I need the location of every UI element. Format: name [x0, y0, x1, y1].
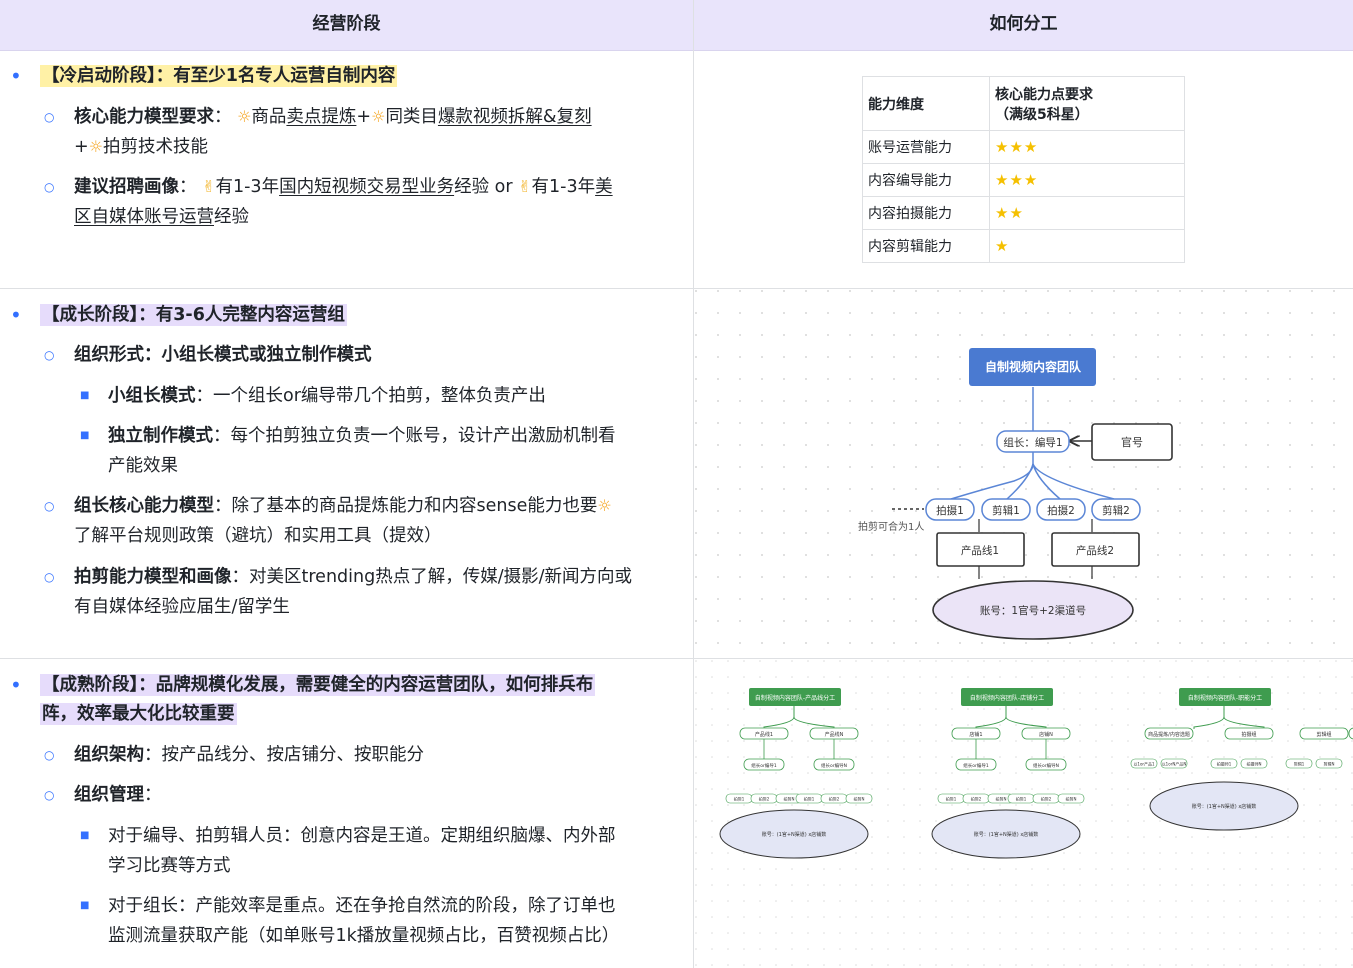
- bullet-circle-icon: ○: [44, 348, 55, 362]
- mini-chart-label: 组长or编导N: [1033, 762, 1059, 769]
- mini-chart-label: 剪辑组: [1316, 731, 1331, 738]
- mini-chart-label: 产品线1: [755, 731, 773, 738]
- table-row: 内容编导能力 ★★★: [862, 163, 1185, 197]
- mini-chart-label: 拍摄组: [1241, 731, 1256, 738]
- sun-icon: ☼: [597, 496, 612, 515]
- table-row: 账号运营能力 ★★★: [862, 130, 1185, 164]
- org-form: 组织形式：小组长模式或独立制作模式: [74, 345, 372, 365]
- sun-icon: ☼: [237, 107, 252, 126]
- mini-chart-leaf-label: 拍摄师N: [1247, 761, 1262, 767]
- stage-growth: • 【成长阶段】：有3-6人完整内容运营组 ○ 组织形式：小组长模式或独立制作模…: [0, 289, 693, 658]
- mini-chart-leaf-label: 剪辑N: [1324, 761, 1335, 767]
- org-chart-diagram: 自制视频内容团队 组长：编导1 官号 拍摄1 剪辑1 拍摄2 剪辑2 拍剪可合为…: [694, 289, 1353, 658]
- bullet-dot-icon: •: [10, 673, 22, 697]
- mini-chart-title: 自制视频内容团队-产品线分工: [755, 694, 835, 702]
- mini-chart-leaf-label: 拍剪N: [1066, 796, 1077, 802]
- svg-text:拍摄1: 拍摄1: [936, 504, 964, 517]
- mini-chart-label: 产品线N: [825, 731, 844, 738]
- svg-text:自制视频内容团队: 自制视频内容团队: [985, 359, 1082, 374]
- mini-chart-label: 组长or编导1: [751, 762, 777, 769]
- mini-chart-leaf-label: 拍剪1: [1016, 796, 1027, 802]
- ok-hand-icon: ✌: [518, 177, 532, 196]
- star-rating-icon: ★★★: [995, 138, 1039, 156]
- bullet-square-icon: ■: [80, 830, 90, 841]
- svg-text:剪辑1: 剪辑1: [992, 504, 1020, 517]
- bullet-circle-icon: ○: [44, 499, 55, 513]
- ability-label: 核心能力模型要求: [74, 107, 214, 127]
- mini-chart-leaf-label: 拍剪2: [759, 796, 770, 802]
- bullet-circle-icon: ○: [44, 748, 55, 762]
- svg-text:拍摄2: 拍摄2: [1047, 504, 1075, 517]
- header-stage: 经营阶段: [312, 14, 381, 34]
- bullet-dot-icon: •: [10, 64, 22, 88]
- svg-text:组长：编导1: 组长：编导1: [1003, 436, 1062, 449]
- table-header: 经营阶段 如何分工: [0, 0, 1353, 51]
- stage-title: 【冷启动阶段】：有至少1名专人运营自制内容: [40, 65, 398, 87]
- bullet-square-icon: ■: [80, 430, 90, 441]
- mini-chart-leaf-label: 拍剪2: [829, 796, 840, 802]
- bullet-circle-icon: ○: [44, 570, 55, 584]
- svg-text:剪辑2: 剪辑2: [1102, 504, 1130, 517]
- mini-chart-leaf-label: 拍剪2: [1041, 796, 1052, 802]
- mini-chart-leaf-label: 以1orN产品N: [1162, 761, 1187, 767]
- mini-chart-label: 店铺1: [969, 731, 982, 738]
- stage-title: 【成长阶段】：有3-6人完整内容运营组: [40, 304, 347, 326]
- svg-text:产品线1: 产品线1: [961, 544, 999, 557]
- merge-note: 拍剪可合为1人: [858, 520, 924, 533]
- mini-org-charts: 自制视频内容团队-产品线分工产品线1 产品线N 组长or编导1 组长or编导N 拍剪1 拍…: [694, 659, 1353, 968]
- star-rating-icon: ★★: [995, 204, 1024, 222]
- sun-icon: ☼: [88, 137, 104, 156]
- sun-icon: ☼: [371, 107, 386, 126]
- bullet-circle-icon: ○: [44, 110, 55, 124]
- header-division: 如何分工: [989, 14, 1058, 34]
- svg-text:账号：1官号+2渠道号: 账号：1官号+2渠道号: [980, 604, 1086, 617]
- mini-chart-leaf-label: 拍剪2: [971, 796, 982, 802]
- stage-cold-start: • 【冷启动阶段】：有至少1名专人运营自制内容 ○ 核心能力模型要求： ☼商品卖…: [0, 51, 693, 288]
- mini-chart-leaf-label: 拍剪N: [784, 796, 795, 802]
- mini-chart-leaf-label: 剪辑1: [1294, 761, 1305, 767]
- mini-chart-title: 自制视频内容团队-职能分工: [1188, 694, 1262, 702]
- mini-chart-leaf-label: 拍剪1: [734, 796, 745, 802]
- mini-chart-accounts-label: 账号：(1官+N渠道) x店铺数: [1192, 803, 1257, 810]
- ability-req-header: 核心能力点要求 （满级5科星）: [989, 76, 1185, 131]
- mini-chart-leaf-label: 拍剪1: [946, 796, 957, 802]
- bullet-circle-icon: ○: [44, 180, 55, 194]
- mini-chart-label: 商品提炼/内容选题: [1148, 731, 1190, 738]
- mini-chart-label: 组长or编导1: [963, 762, 989, 769]
- mini-chart-label: 组长or编导N: [821, 762, 847, 769]
- mini-chart-leaf-label: 拍摄师1: [1217, 761, 1232, 767]
- mini-chart-accounts-label: 账号：(1官+N渠道) x店铺数: [974, 831, 1039, 838]
- svg-text:产品线2: 产品线2: [1076, 544, 1114, 557]
- ok-hand-icon: ✌: [202, 177, 216, 196]
- ability-table-header: 能力维度 核心能力点要求 （满级5科星）: [862, 76, 1185, 131]
- mini-chart-title: 自制视频内容团队-店铺分工: [970, 694, 1044, 702]
- table-row: 内容拍摄能力 ★★: [862, 196, 1185, 230]
- star-rating-icon: ★★★: [995, 171, 1039, 189]
- mini-chart-leaf-label: 以1or产品1: [1133, 761, 1155, 767]
- svg-text:官号: 官号: [1121, 435, 1143, 449]
- mini-chart-accounts-label: 账号：(1官+N渠道) x店铺数: [762, 831, 827, 838]
- ability-dim-header: 能力维度: [862, 76, 990, 131]
- mini-chart-leaf-label: 拍剪N: [996, 796, 1007, 802]
- table-row: 内容剪辑能力 ★: [862, 229, 1185, 263]
- mini-chart-label: 店铺N: [1039, 731, 1053, 738]
- recruit-label: 建议招聘画像: [74, 177, 179, 197]
- bullet-square-icon: ■: [80, 900, 90, 911]
- stage-title: 【成熟阶段】：品牌规模化发展，需要健全的内容运营团队，如何排兵布: [40, 674, 596, 696]
- mini-chart-leaf-label: 拍剪1: [804, 796, 815, 802]
- stage-mature: • 【成熟阶段】：品牌规模化发展，需要健全的内容运营团队，如何排兵布 阵，效率最…: [0, 659, 693, 968]
- bullet-dot-icon: •: [10, 303, 22, 327]
- ability-table: 能力维度 核心能力点要求 （满级5科星） 账号运营能力 ★★★ 内容编导能力 ★…: [862, 76, 1185, 263]
- star-rating-icon: ★: [995, 237, 1010, 255]
- bullet-circle-icon: ○: [44, 788, 55, 802]
- mini-chart-leaf-label: 拍剪N: [854, 796, 865, 802]
- bullet-square-icon: ■: [80, 390, 90, 401]
